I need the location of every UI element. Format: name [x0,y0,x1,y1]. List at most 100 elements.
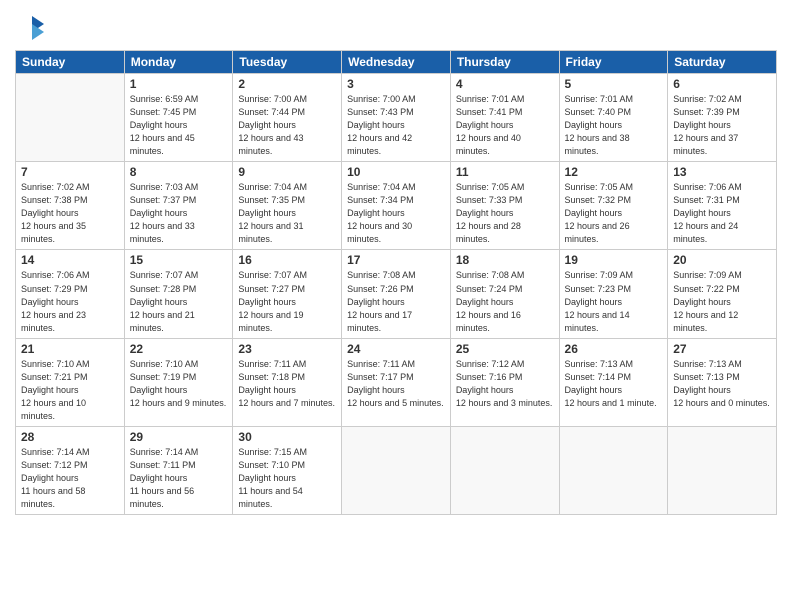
day-info: Sunrise: 7:02 AM Sunset: 7:38 PM Dayligh… [21,181,119,246]
calendar-cell: 28 Sunrise: 7:14 AM Sunset: 7:12 PM Dayl… [16,426,125,514]
day-number: 6 [673,77,771,91]
day-number: 13 [673,165,771,179]
day-info: Sunrise: 7:13 AM Sunset: 7:13 PM Dayligh… [673,358,771,410]
day-number: 10 [347,165,445,179]
day-info: Sunrise: 7:13 AM Sunset: 7:14 PM Dayligh… [565,358,663,410]
day-info: Sunrise: 7:08 AM Sunset: 7:24 PM Dayligh… [456,269,554,334]
day-info: Sunrise: 7:09 AM Sunset: 7:22 PM Dayligh… [673,269,771,334]
week-row-5: 28 Sunrise: 7:14 AM Sunset: 7:12 PM Dayl… [16,426,777,514]
day-number: 23 [238,342,336,356]
logo-flag-icon [18,14,46,42]
day-info: Sunrise: 7:01 AM Sunset: 7:41 PM Dayligh… [456,93,554,158]
day-number: 9 [238,165,336,179]
day-number: 21 [21,342,119,356]
day-number: 1 [130,77,228,91]
day-number: 20 [673,253,771,267]
calendar-cell [450,426,559,514]
calendar-cell: 24 Sunrise: 7:11 AM Sunset: 7:17 PM Dayl… [342,338,451,426]
weekday-header-friday: Friday [559,51,668,74]
calendar-cell: 6 Sunrise: 7:02 AM Sunset: 7:39 PM Dayli… [668,74,777,162]
calendar-cell: 23 Sunrise: 7:11 AM Sunset: 7:18 PM Dayl… [233,338,342,426]
day-info: Sunrise: 6:59 AM Sunset: 7:45 PM Dayligh… [130,93,228,158]
header [15,10,777,42]
day-number: 28 [21,430,119,444]
day-info: Sunrise: 7:01 AM Sunset: 7:40 PM Dayligh… [565,93,663,158]
logo-text [15,14,46,42]
calendar-cell: 14 Sunrise: 7:06 AM Sunset: 7:29 PM Dayl… [16,250,125,338]
day-number: 7 [21,165,119,179]
day-number: 30 [238,430,336,444]
weekday-header-thursday: Thursday [450,51,559,74]
day-number: 15 [130,253,228,267]
weekday-header-saturday: Saturday [668,51,777,74]
day-info: Sunrise: 7:08 AM Sunset: 7:26 PM Dayligh… [347,269,445,334]
calendar-cell: 12 Sunrise: 7:05 AM Sunset: 7:32 PM Dayl… [559,162,668,250]
weekday-header-row: SundayMondayTuesdayWednesdayThursdayFrid… [16,51,777,74]
weekday-header-sunday: Sunday [16,51,125,74]
week-row-1: 1 Sunrise: 6:59 AM Sunset: 7:45 PM Dayli… [16,74,777,162]
calendar-cell: 3 Sunrise: 7:00 AM Sunset: 7:43 PM Dayli… [342,74,451,162]
day-info: Sunrise: 7:11 AM Sunset: 7:17 PM Dayligh… [347,358,445,410]
calendar-cell: 26 Sunrise: 7:13 AM Sunset: 7:14 PM Dayl… [559,338,668,426]
day-number: 16 [238,253,336,267]
day-info: Sunrise: 7:10 AM Sunset: 7:21 PM Dayligh… [21,358,119,423]
day-info: Sunrise: 7:04 AM Sunset: 7:34 PM Dayligh… [347,181,445,246]
day-number: 24 [347,342,445,356]
day-info: Sunrise: 7:03 AM Sunset: 7:37 PM Dayligh… [130,181,228,246]
day-info: Sunrise: 7:05 AM Sunset: 7:33 PM Dayligh… [456,181,554,246]
calendar-cell: 18 Sunrise: 7:08 AM Sunset: 7:24 PM Dayl… [450,250,559,338]
day-number: 22 [130,342,228,356]
calendar-cell [16,74,125,162]
calendar-cell: 1 Sunrise: 6:59 AM Sunset: 7:45 PM Dayli… [124,74,233,162]
calendar-table: SundayMondayTuesdayWednesdayThursdayFrid… [15,50,777,515]
day-number: 19 [565,253,663,267]
day-info: Sunrise: 7:02 AM Sunset: 7:39 PM Dayligh… [673,93,771,158]
day-number: 4 [456,77,554,91]
day-number: 17 [347,253,445,267]
day-number: 2 [238,77,336,91]
day-info: Sunrise: 7:05 AM Sunset: 7:32 PM Dayligh… [565,181,663,246]
day-info: Sunrise: 7:10 AM Sunset: 7:19 PM Dayligh… [130,358,228,410]
calendar-cell: 13 Sunrise: 7:06 AM Sunset: 7:31 PM Dayl… [668,162,777,250]
weekday-header-tuesday: Tuesday [233,51,342,74]
calendar-cell: 22 Sunrise: 7:10 AM Sunset: 7:19 PM Dayl… [124,338,233,426]
day-info: Sunrise: 7:09 AM Sunset: 7:23 PM Dayligh… [565,269,663,334]
calendar-cell: 8 Sunrise: 7:03 AM Sunset: 7:37 PM Dayli… [124,162,233,250]
day-number: 5 [565,77,663,91]
week-row-3: 14 Sunrise: 7:06 AM Sunset: 7:29 PM Dayl… [16,250,777,338]
day-number: 11 [456,165,554,179]
calendar-cell: 2 Sunrise: 7:00 AM Sunset: 7:44 PM Dayli… [233,74,342,162]
calendar-cell: 10 Sunrise: 7:04 AM Sunset: 7:34 PM Dayl… [342,162,451,250]
day-info: Sunrise: 7:14 AM Sunset: 7:12 PM Dayligh… [21,446,119,511]
day-info: Sunrise: 7:06 AM Sunset: 7:31 PM Dayligh… [673,181,771,246]
day-number: 25 [456,342,554,356]
day-info: Sunrise: 7:00 AM Sunset: 7:44 PM Dayligh… [238,93,336,158]
calendar-cell: 30 Sunrise: 7:15 AM Sunset: 7:10 PM Dayl… [233,426,342,514]
logo [15,14,46,42]
week-row-4: 21 Sunrise: 7:10 AM Sunset: 7:21 PM Dayl… [16,338,777,426]
calendar-cell: 11 Sunrise: 7:05 AM Sunset: 7:33 PM Dayl… [450,162,559,250]
day-number: 8 [130,165,228,179]
calendar-cell: 17 Sunrise: 7:08 AM Sunset: 7:26 PM Dayl… [342,250,451,338]
day-info: Sunrise: 7:14 AM Sunset: 7:11 PM Dayligh… [130,446,228,511]
calendar-cell: 15 Sunrise: 7:07 AM Sunset: 7:28 PM Dayl… [124,250,233,338]
calendar-cell: 20 Sunrise: 7:09 AM Sunset: 7:22 PM Dayl… [668,250,777,338]
day-info: Sunrise: 7:15 AM Sunset: 7:10 PM Dayligh… [238,446,336,511]
day-info: Sunrise: 7:07 AM Sunset: 7:28 PM Dayligh… [130,269,228,334]
calendar-cell: 4 Sunrise: 7:01 AM Sunset: 7:41 PM Dayli… [450,74,559,162]
weekday-header-wednesday: Wednesday [342,51,451,74]
day-number: 26 [565,342,663,356]
calendar-cell: 29 Sunrise: 7:14 AM Sunset: 7:11 PM Dayl… [124,426,233,514]
day-number: 29 [130,430,228,444]
week-row-2: 7 Sunrise: 7:02 AM Sunset: 7:38 PM Dayli… [16,162,777,250]
calendar-cell: 7 Sunrise: 7:02 AM Sunset: 7:38 PM Dayli… [16,162,125,250]
calendar-cell [342,426,451,514]
calendar-cell: 9 Sunrise: 7:04 AM Sunset: 7:35 PM Dayli… [233,162,342,250]
day-info: Sunrise: 7:00 AM Sunset: 7:43 PM Dayligh… [347,93,445,158]
calendar-cell [668,426,777,514]
weekday-header-monday: Monday [124,51,233,74]
day-number: 27 [673,342,771,356]
day-number: 18 [456,253,554,267]
calendar-cell: 19 Sunrise: 7:09 AM Sunset: 7:23 PM Dayl… [559,250,668,338]
day-info: Sunrise: 7:04 AM Sunset: 7:35 PM Dayligh… [238,181,336,246]
